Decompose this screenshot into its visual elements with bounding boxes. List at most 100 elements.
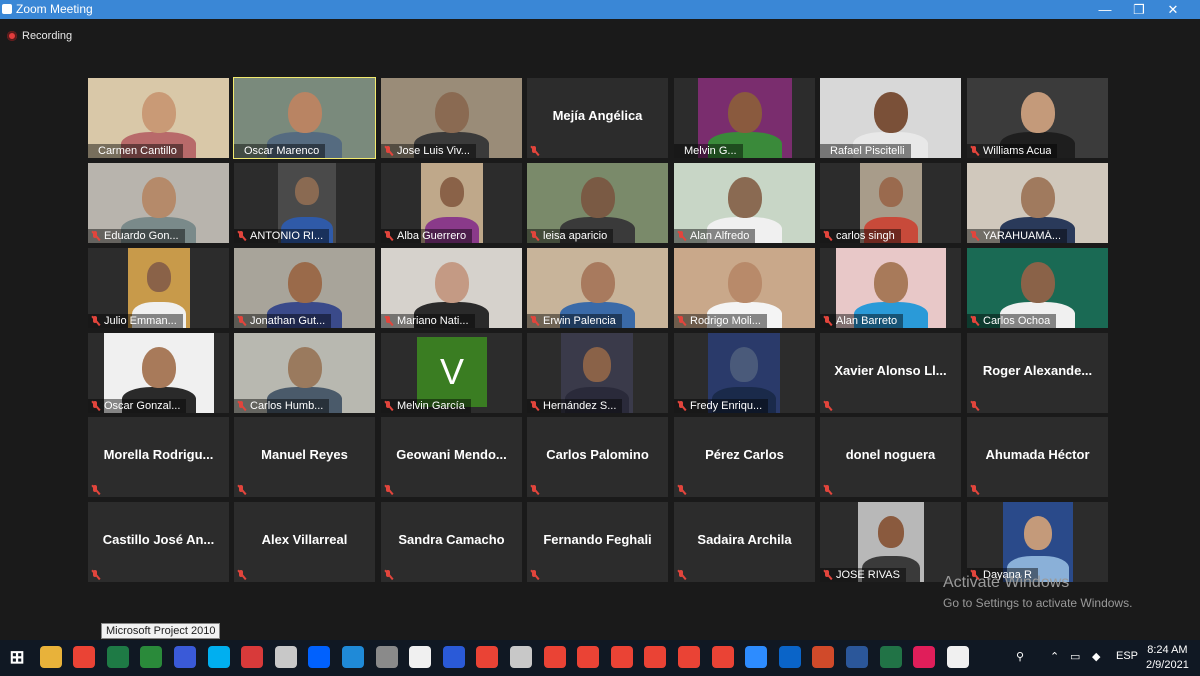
participant-name: Alan Barreto <box>836 315 898 327</box>
participant-tile[interactable]: Manuel Reyes <box>234 417 375 497</box>
muted-mic-icon <box>530 316 539 326</box>
muted-mic-icon <box>384 146 393 156</box>
participant-tile[interactable]: donel noguera <box>820 417 961 497</box>
participant-name-label <box>674 568 696 582</box>
slack-icon[interactable] <box>913 646 936 668</box>
participant-tile[interactable]: Erwin Palencia <box>527 248 668 328</box>
participant-tile[interactable]: Castillo José An... <box>88 502 229 582</box>
participant-name-label: Williams Acua <box>967 144 1058 158</box>
participant-tile[interactable]: Williams Acua <box>967 78 1108 158</box>
app-red-icon[interactable] <box>241 646 264 668</box>
participant-tile[interactable]: Jonathan Gut... <box>234 248 375 328</box>
participant-tile[interactable]: Melvin G... <box>674 78 815 158</box>
participant-tile[interactable]: YARAHUAMÁ... <box>967 163 1108 243</box>
participant-tile[interactable]: Geowani Mendo... <box>381 417 522 497</box>
participant-tile[interactable]: Oscar Gonzal... <box>88 333 229 413</box>
participant-tile[interactable]: Dayana R <box>967 502 1108 582</box>
participant-tile[interactable]: Carlos Palomino <box>527 417 668 497</box>
participant-tile[interactable]: Xavier Alonso Ll... <box>820 333 961 413</box>
app-n-icon[interactable] <box>409 646 432 668</box>
document-icon[interactable] <box>946 646 969 668</box>
excel-icon[interactable] <box>879 646 902 668</box>
participant-tile[interactable]: Sadaira Archila <box>674 502 815 582</box>
participant-tile[interactable]: Julio Emman... <box>88 248 229 328</box>
chevron-up-icon[interactable]: ⌃ <box>1050 650 1059 663</box>
acrobat-icon[interactable] <box>274 646 297 668</box>
chrome-4-icon[interactable] <box>610 646 633 668</box>
outlook-icon[interactable] <box>778 646 801 668</box>
participant-tile[interactable]: Jose Luis Viv... <box>381 78 522 158</box>
participant-display-name: Morella Rodrigu... <box>103 447 214 462</box>
participant-tile[interactable]: Morella Rodrigu... <box>88 417 229 497</box>
participant-tile[interactable]: Ahumada Héctor <box>967 417 1108 497</box>
participant-tile[interactable]: V Melvin García <box>381 333 522 413</box>
window-titlebar: Zoom Meeting — ❐ ✕ <box>0 0 1200 19</box>
powerpoint-icon[interactable] <box>812 646 835 668</box>
participant-tile[interactable]: Alan Alfredo <box>674 163 815 243</box>
participant-tile[interactable]: leisa aparicio <box>527 163 668 243</box>
app-blue-icon[interactable] <box>442 646 465 668</box>
participant-display-name: Pérez Carlos <box>705 447 784 462</box>
participant-tile[interactable]: Eduardo Gon... <box>88 163 229 243</box>
participant-name: Rodrigo Moli... <box>690 315 761 327</box>
chrome-7-icon[interactable] <box>711 646 734 668</box>
participant-tile[interactable]: Oscar Marenco <box>233 77 376 159</box>
gmail-icon[interactable] <box>476 646 499 668</box>
chrome-icon[interactable] <box>73 646 96 668</box>
chrome-5-icon[interactable] <box>644 646 667 668</box>
participant-tile[interactable]: Alex Villarreal <box>234 502 375 582</box>
dropbox-tray-icon[interactable]: ◆ <box>1092 650 1100 663</box>
participant-tile[interactable]: Carlos Humb... <box>234 333 375 413</box>
chrome-3-icon[interactable] <box>577 646 600 668</box>
recording-indicator[interactable]: Recording <box>7 30 72 42</box>
participant-name-label: Erwin Palencia <box>527 314 622 328</box>
participant-name: Oscar Gonzal... <box>104 400 181 412</box>
participant-tile[interactable]: Rafael Piscitelli <box>820 78 961 158</box>
participant-tile[interactable]: Fredy Enriqu... <box>674 333 815 413</box>
participant-tile[interactable]: Sandra Camacho <box>381 502 522 582</box>
participant-tile[interactable]: JOSE RIVAS <box>820 502 961 582</box>
windows-start-icon[interactable]: ⊞ <box>6 646 28 668</box>
participant-tile[interactable]: Roger Alexande... <box>967 333 1108 413</box>
muted-mic-icon <box>237 485 246 495</box>
participant-name: YARAHUAMÁ... <box>983 230 1062 242</box>
restore-button[interactable]: ❐ <box>1122 0 1156 19</box>
participant-tile[interactable]: Alba Guerrero <box>381 163 522 243</box>
participant-name-label: Hernández S... <box>527 399 623 413</box>
participant-tile[interactable]: ANTONIO RI... <box>234 163 375 243</box>
language-indicator[interactable]: ESP <box>1116 650 1138 662</box>
chrome-2-icon[interactable] <box>543 646 566 668</box>
dropbox-icon[interactable] <box>308 646 331 668</box>
internet-explorer-icon[interactable] <box>342 646 364 668</box>
skype-icon[interactable] <box>207 646 230 668</box>
network-icon[interactable]: ▭ <box>1070 650 1080 663</box>
app-gray-icon[interactable] <box>375 646 398 668</box>
participant-tile[interactable]: Mariano Nati... <box>381 248 522 328</box>
participant-tile[interactable]: Fernando Feghali <box>527 502 668 582</box>
excel-green-icon[interactable] <box>106 646 129 668</box>
word-icon[interactable] <box>846 646 868 668</box>
zoom-icon[interactable] <box>745 646 768 668</box>
close-button[interactable]: ✕ <box>1156 0 1190 19</box>
visio-icon[interactable] <box>174 646 196 668</box>
participant-name-label <box>234 483 256 497</box>
participant-name: Fredy Enriqu... <box>690 400 763 412</box>
participant-name-label: Alba Guerrero <box>381 229 473 243</box>
app-globe-icon[interactable] <box>510 646 532 668</box>
chrome-6-icon[interactable] <box>678 646 700 668</box>
participant-tile[interactable]: Carlos Ochoa <box>967 248 1108 328</box>
clock[interactable]: 8:24 AM 2/9/2021 <box>1146 643 1189 673</box>
people-icon[interactable]: ⚲ <box>1016 650 1024 663</box>
participant-tile[interactable]: Pérez Carlos <box>674 417 815 497</box>
participant-tile[interactable]: Hernández S... <box>527 333 668 413</box>
participant-name: Williams Acua <box>983 145 1052 157</box>
participant-display-name: Sandra Camacho <box>398 532 505 547</box>
file-explorer-icon[interactable] <box>39 646 62 668</box>
participant-tile[interactable]: Mejía Angélica <box>527 78 668 158</box>
project-icon[interactable] <box>140 646 163 668</box>
participant-tile[interactable]: Rodrigo Moli... <box>674 248 815 328</box>
participant-tile[interactable]: Alan Barreto <box>820 248 961 328</box>
participant-tile[interactable]: Carmen Cantillo <box>88 78 229 158</box>
minimize-button[interactable]: — <box>1088 0 1122 19</box>
participant-tile[interactable]: carlos singh <box>820 163 961 243</box>
